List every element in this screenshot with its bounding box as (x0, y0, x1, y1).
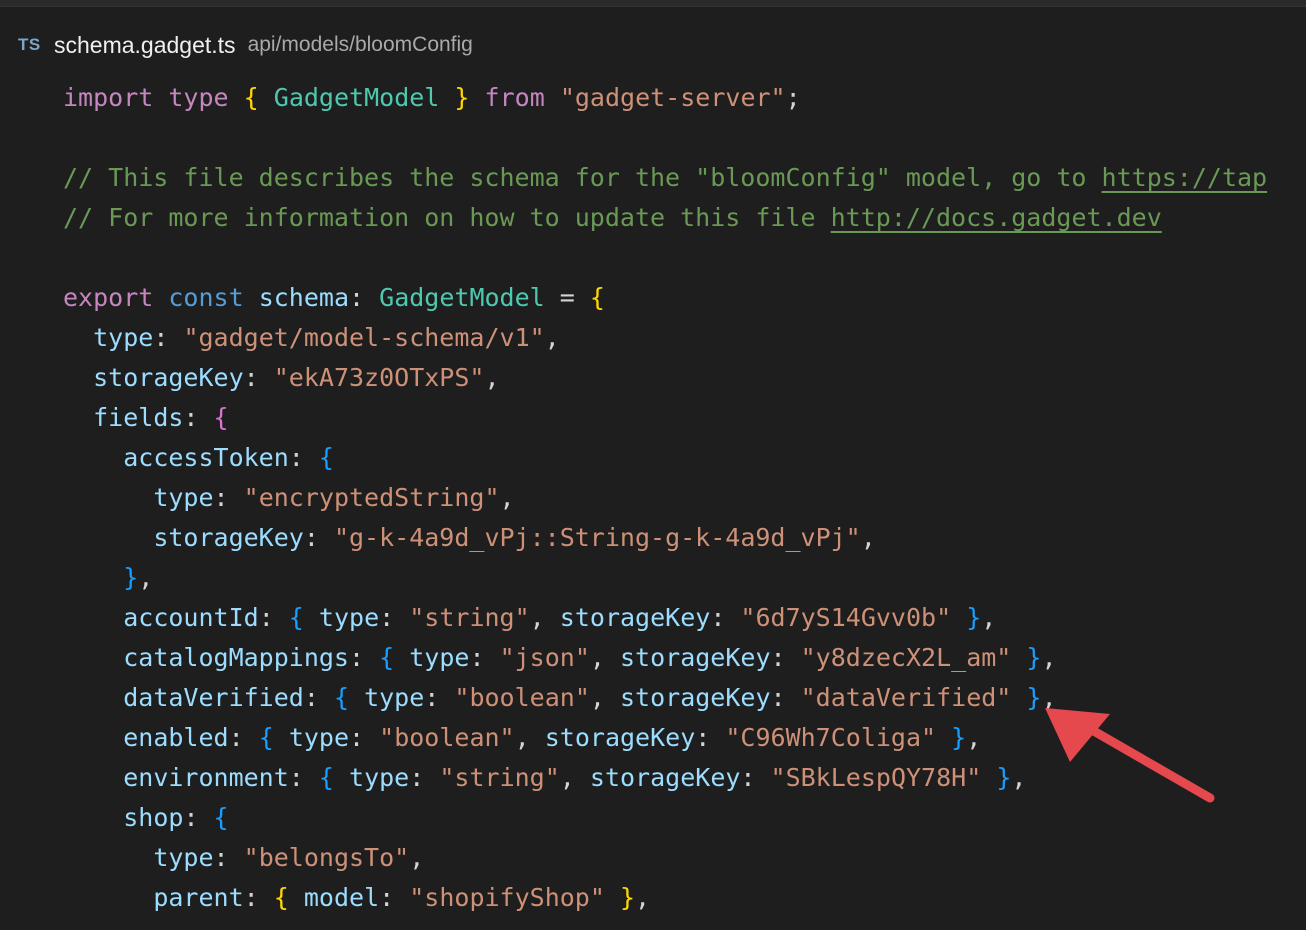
window-top-border (0, 0, 1306, 7)
code-line: storageKey: "g-k-4a9d_vPj::String-g-k-4a… (153, 523, 876, 552)
code-editor[interactable]: import type { GadgetModel } from "gadget… (63, 78, 1306, 930)
field-definition-dataVerified: dataVerified: { type: "boolean", storage… (123, 683, 1057, 712)
file-name[interactable]: schema.gadget.ts (54, 32, 236, 59)
code-line: import type { GadgetModel } from "gadget… (63, 83, 801, 112)
typescript-icon: TS (18, 35, 41, 54)
file-header: TS schema.gadget.ts api/models/bloomConf… (0, 28, 1306, 62)
field-definition-enabled: enabled: { type: "boolean", storageKey: … (123, 723, 982, 752)
code-line: parent: { model: "shopifyShop" }, (153, 883, 651, 912)
code-comment: // This file describes the schema for th… (63, 163, 1268, 192)
code-line: shop: { (123, 803, 229, 832)
code-line: storageKey: "ekA73z0OTxPS", (93, 363, 500, 392)
code-line: export const schema: GadgetModel = { (63, 283, 605, 312)
field-definition-accountId: accountId: { type: "string", storageKey:… (123, 603, 997, 632)
code-line: }, (123, 563, 154, 592)
field-definition-catalogMappings: catalogMappings: { type: "json", storage… (123, 643, 1057, 672)
code-comment: // For more information on how to update… (63, 203, 1162, 232)
field-definition-environment: environment: { type: "string", storageKe… (123, 763, 1027, 792)
code-line: accessToken: { (123, 443, 334, 472)
docs-link[interactable]: http://docs.gadget.dev (831, 203, 1162, 232)
code-line: type: "encryptedString", (153, 483, 515, 512)
code-line: fields: { (93, 403, 229, 432)
comment-link[interactable]: https://tap (1102, 163, 1268, 192)
code-line: type: "gadget/model-schema/v1", (93, 323, 560, 352)
code-line: type: "belongsTo", (153, 843, 425, 872)
file-path: api/models/bloomConfig (247, 33, 473, 56)
